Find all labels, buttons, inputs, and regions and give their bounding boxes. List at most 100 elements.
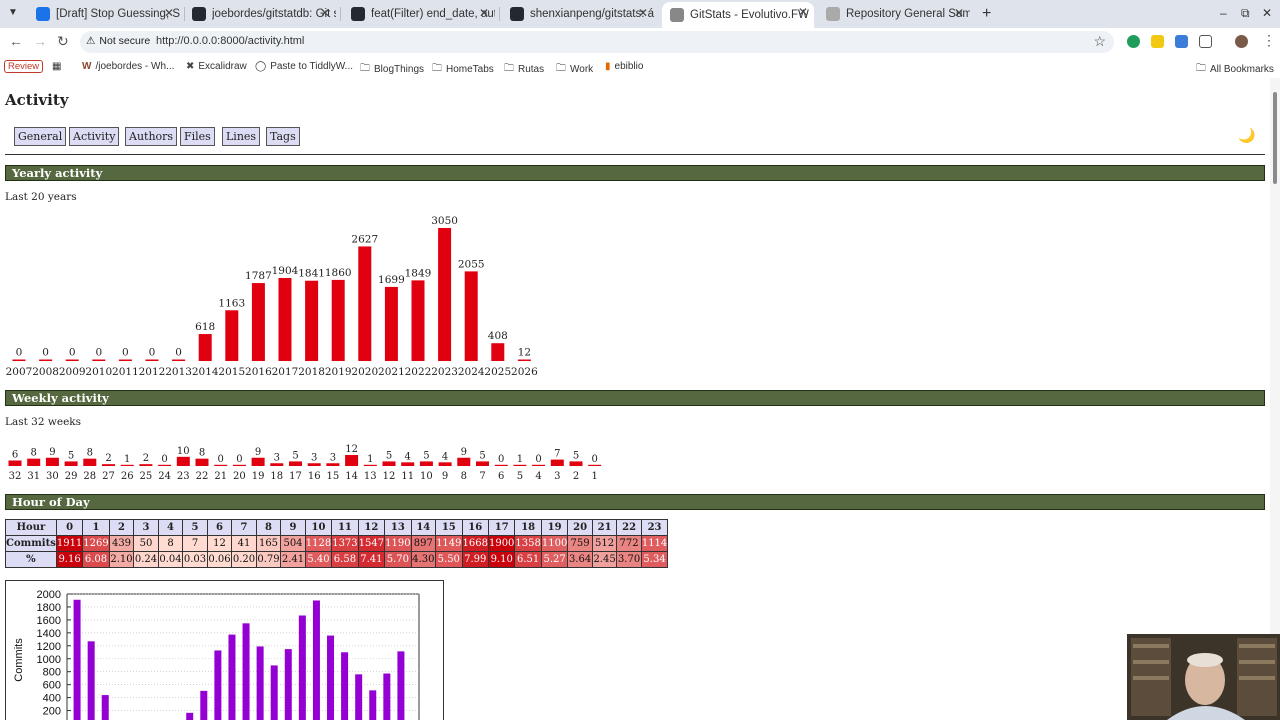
week-bar [419, 461, 433, 466]
url-text[interactable]: http://0.0.0.0:8000/activity.html [156, 35, 304, 47]
menu-kebab-icon[interactable]: ⋮ [1262, 32, 1276, 49]
webcam-overlay [1127, 634, 1280, 720]
week-bar-value: 3 [311, 452, 317, 463]
scrollbar-thumb[interactable] [1273, 92, 1277, 184]
bookmark-tiddlywiki[interactable]: ◯ Paste to TiddlyW... [255, 61, 353, 72]
table-header-cell: 15 [435, 519, 463, 536]
tab-close-icon[interactable]: ✕ [954, 6, 964, 20]
bookmark-rutas[interactable]: 🗀 Rutas [504, 61, 544, 78]
browser-tab[interactable]: Repository General Summa✕ [818, 3, 970, 25]
bookmark-label: ebiblio [614, 61, 644, 72]
extension-screenshot-icon[interactable] [1175, 35, 1188, 48]
page-content: Activity General Activity Authors Files … [0, 78, 1270, 720]
table-cell: 512 [591, 535, 618, 552]
year-bar-value: 0 [95, 347, 102, 359]
table-cell: 439 [108, 535, 135, 552]
minimize-icon[interactable]: – [1220, 6, 1227, 20]
table-cell: 1114 [640, 535, 669, 552]
week-bar [588, 464, 602, 466]
table-header-cell: 13 [384, 519, 412, 536]
browser-tab[interactable]: [Draft] Stop Guessing, Star ✕ [28, 3, 180, 25]
tab-close-icon[interactable]: ✕ [164, 6, 174, 20]
table-cell: 897 [410, 535, 437, 552]
section-yearly-heading: Yearly activity [5, 165, 1265, 181]
hour-bar [312, 600, 320, 720]
hour-bar [228, 634, 236, 720]
tab-close-icon[interactable]: ✕ [798, 5, 808, 19]
folder-icon: 🗀 [432, 63, 442, 74]
new-tab-icon[interactable]: + [982, 5, 991, 23]
table-cell: 2.41 [280, 551, 306, 568]
year-bar-value: 0 [42, 347, 49, 359]
hour-bar [341, 652, 349, 720]
table-cell: 1358 [514, 535, 542, 552]
table-cell: 7.41 [357, 551, 386, 568]
browser-tab[interactable]: joebordes/gitstatdb: Git sta ✕ [184, 3, 336, 25]
table-cell: 8 [157, 535, 184, 552]
week-label: 10 [420, 471, 433, 482]
year-bar-value: 0 [175, 347, 182, 359]
security-indicator[interactable]: ⚠ Not secure [86, 35, 150, 47]
table-cell: 6.58 [331, 551, 359, 568]
bookmark-hometabs[interactable]: 🗀 HomeTabs [432, 61, 494, 78]
extensions-puzzle-icon[interactable] [1199, 35, 1212, 48]
forward-icon[interactable]: → [33, 33, 47, 49]
year-bar [172, 359, 186, 361]
reload-icon[interactable]: ↻ [57, 33, 69, 50]
review-button[interactable]: Review [4, 60, 44, 73]
nav-authors[interactable]: Authors [125, 127, 178, 146]
all-bookmarks[interactable]: 🗀 All Bookmarks [1196, 61, 1274, 78]
nav-activity[interactable]: Activity [69, 127, 120, 146]
close-window-icon[interactable]: ✕ [1262, 6, 1272, 20]
bookmark-whatsapp[interactable]: W/joebordes - Wh... [82, 61, 174, 72]
year-bar [358, 246, 372, 361]
year-bar-value: 1849 [405, 267, 432, 279]
address-bar[interactable]: ⚠ Not secure http://0.0.0.0:8000/activit… [80, 31, 1114, 53]
apps-grid-icon[interactable]: ▦ [52, 61, 61, 72]
browser-tab[interactable]: GitStats - Evolutivo.FW ✕ [662, 2, 814, 28]
tab-close-icon[interactable]: ✕ [320, 6, 330, 20]
week-bar [251, 457, 265, 466]
bookmark-ebiblio[interactable]: ▮ ebiblio [605, 61, 643, 72]
browser-tab[interactable]: feat(Filter) end_date, autho✕ [343, 3, 495, 25]
week-bar-value: 2 [143, 453, 149, 464]
week-label: 18 [270, 471, 283, 482]
chart-frame [5, 580, 444, 720]
browser-tab[interactable]: shenxianpeng/gitstats: ál V ✕ [502, 3, 654, 25]
bookmark-blogthings[interactable]: 🗀 BlogThings [360, 61, 424, 78]
bookmark-star-icon[interactable]: ☆ [1093, 33, 1106, 50]
week-label: 19 [252, 471, 265, 482]
tab-close-icon[interactable]: ✕ [479, 6, 489, 20]
nav-files[interactable]: Files [180, 127, 215, 146]
page-scrollbar[interactable] [1270, 78, 1280, 720]
year-bar [464, 271, 478, 361]
bookmark-excalidraw[interactable]: ✖ Excalidraw [186, 61, 247, 72]
bookmark-work[interactable]: 🗀 Work [556, 61, 593, 78]
webcam-image [1127, 634, 1280, 720]
table-header-cell: 8 [255, 519, 282, 536]
hour-bar [186, 712, 194, 720]
week-bar [64, 461, 78, 466]
nav-general[interactable]: General [14, 127, 67, 146]
year-bar [517, 359, 531, 361]
weekly-subtitle: Last 32 weeks [5, 416, 82, 428]
year-label: 2007 [6, 366, 33, 378]
week-bar-value: 8 [87, 448, 93, 459]
week-bar [232, 464, 246, 466]
extension-grammarly-icon[interactable] [1127, 35, 1140, 48]
restore-icon[interactable]: ⧉ [1241, 6, 1250, 21]
globe-icon: ◯ [255, 61, 267, 72]
hour-bar [87, 641, 95, 720]
profile-avatar[interactable] [1235, 35, 1248, 48]
tab-close-icon[interactable]: ✕ [638, 6, 648, 20]
extension-notes-icon[interactable] [1151, 35, 1164, 48]
back-icon[interactable]: ← [9, 33, 23, 49]
table-cell: 2.45 [591, 551, 618, 568]
nav-lines[interactable]: Lines [222, 127, 261, 146]
week-bar [438, 462, 452, 466]
table-cell: 772 [616, 535, 642, 552]
tab-search-icon[interactable]: ▼ [8, 7, 18, 18]
dark-mode-toggle-icon[interactable]: 🌙 [1238, 128, 1255, 144]
nav-tags[interactable]: Tags [266, 127, 300, 146]
week-bar-value: 5 [292, 450, 298, 461]
